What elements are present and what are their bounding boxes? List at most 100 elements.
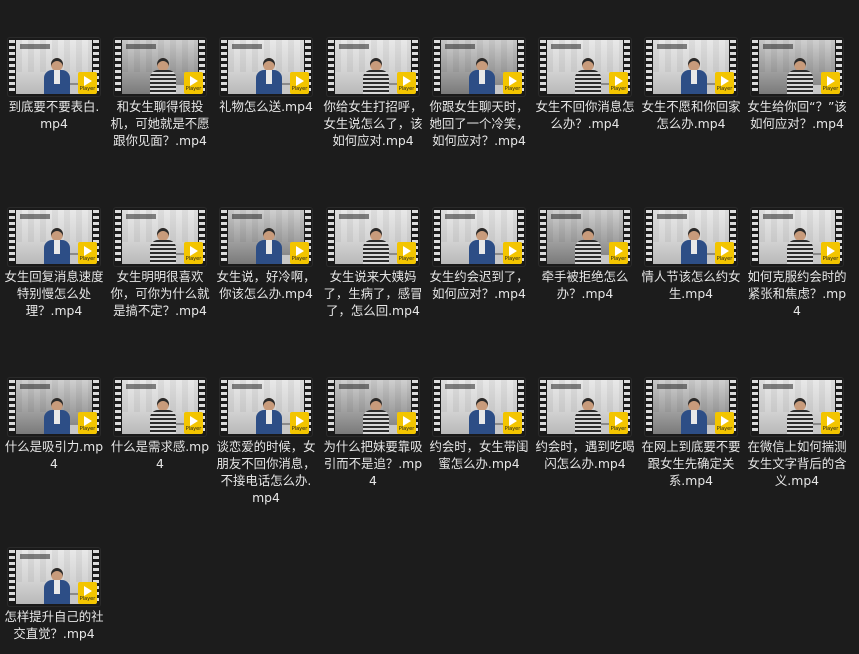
play-icon [614, 76, 623, 86]
video-thumbnail[interactable]: Player [539, 208, 631, 266]
film-strip-left [434, 40, 440, 94]
video-file-item[interactable]: Player 牵手被拒绝怎么办？.mp4 [535, 208, 635, 302]
presenter-figure [363, 398, 389, 434]
presenter-figure [575, 58, 601, 94]
video-file-item[interactable]: Player 在微信上如何揣测女生文字背后的含义.mp4 [747, 378, 847, 489]
video-thumbnail[interactable]: Player [8, 378, 100, 436]
video-thumbnail[interactable]: Player [220, 38, 312, 96]
video-thumbnail[interactable]: Player [751, 378, 843, 436]
video-file-item[interactable]: Player 女生不回你消息怎么办？.mp4 [535, 38, 635, 132]
play-icon [295, 416, 304, 426]
video-file-item[interactable]: Player 为什么把妹要靠吸引而不是追？.mp4 [323, 378, 423, 489]
video-thumbnail[interactable]: Player [327, 208, 419, 266]
file-name: 女生说来大姨妈了，生病了，感冒了，怎么回.mp4 [323, 269, 423, 318]
video-file-item[interactable]: Player 你跟女生聊天时，她回了一个冷笑，如何应对？.mp4 [429, 38, 529, 149]
file-name: 情人节该怎么约女生.mp4 [641, 269, 741, 301]
video-thumbnail[interactable]: Player [433, 208, 525, 266]
video-thumbnail[interactable]: Player [8, 208, 100, 266]
player-badge-icon: Player [397, 242, 416, 264]
file-name: 你给女生打招呼，女生说怎么了，该如何应对.mp4 [323, 99, 423, 148]
video-thumbnail[interactable]: Player [220, 378, 312, 436]
play-icon [720, 246, 729, 256]
player-badge-icon: Player [78, 72, 97, 94]
film-strip-left [646, 40, 652, 94]
file-name: 什么是吸引力.mp4 [4, 439, 104, 471]
presenter-figure [787, 398, 813, 434]
video-thumbnail[interactable]: Player [539, 38, 631, 96]
presenter-figure [787, 58, 813, 94]
video-thumbnail[interactable]: Player [8, 38, 100, 96]
presenter-figure [469, 228, 495, 264]
video-thumbnail[interactable]: Player [751, 208, 843, 266]
player-badge-icon: Player [184, 242, 203, 264]
video-thumbnail[interactable]: Player [645, 38, 737, 96]
film-strip-left [221, 40, 227, 94]
presenter-figure [681, 398, 707, 434]
player-badge-icon: Player [609, 412, 628, 434]
player-badge-icon: Player [397, 72, 416, 94]
video-file-item[interactable]: Player 怎样提升自己的社交直觉？.mp4 [4, 548, 104, 642]
video-file-item[interactable]: Player 女生给你回“？”该如何应对？.mp4 [747, 38, 847, 132]
play-icon [189, 246, 198, 256]
play-icon [720, 416, 729, 426]
presenter-figure [44, 568, 70, 604]
video-file-item[interactable]: Player 和女生聊得很投机，可她就是不愿跟你见面？.mp4 [110, 38, 210, 149]
video-file-item[interactable]: Player 在网上到底要不要跟女生先确定关系.mp4 [641, 378, 741, 489]
video-thumbnail[interactable]: Player [751, 38, 843, 96]
video-thumbnail[interactable]: Player [114, 38, 206, 96]
video-file-item[interactable]: Player 女生说来大姨妈了，生病了，感冒了，怎么回.mp4 [323, 208, 423, 319]
file-name: 在微信上如何揣测女生文字背后的含义.mp4 [747, 439, 847, 488]
presenter-figure [44, 228, 70, 264]
presenter-figure [363, 58, 389, 94]
video-thumbnail[interactable]: Player [114, 378, 206, 436]
player-badge-icon: Player [78, 582, 97, 604]
play-icon [826, 246, 835, 256]
video-file-item[interactable]: Player 如何克服约会时的紧张和焦虑？.mp4 [747, 208, 847, 319]
video-file-item[interactable]: Player 什么是吸引力.mp4 [4, 378, 104, 472]
presenter-figure [681, 58, 707, 94]
video-thumbnail[interactable]: Player [539, 378, 631, 436]
player-badge-icon: Player [184, 412, 203, 434]
video-thumbnail[interactable]: Player [220, 208, 312, 266]
video-file-item[interactable]: Player 礼物怎么送.mp4 [216, 38, 316, 115]
film-strip-left [115, 380, 121, 434]
player-badge-icon: Player [503, 242, 522, 264]
video-file-item[interactable]: Player 约会时，女生带闺蜜怎么办.mp4 [429, 378, 529, 472]
presenter-figure [363, 228, 389, 264]
file-name: 和女生聊得很投机，可她就是不愿跟你见面？.mp4 [110, 99, 210, 148]
video-thumbnail[interactable]: Player [8, 548, 100, 606]
presenter-figure [575, 398, 601, 434]
video-thumbnail[interactable]: Player [645, 378, 737, 436]
film-strip-left [540, 210, 546, 264]
video-file-item[interactable]: Player 谈恋爱的时候，女朋友不回你消息，不接电话怎么办.mp4 [216, 378, 316, 506]
play-icon [83, 76, 92, 86]
video-thumbnail[interactable]: Player [433, 38, 525, 96]
player-badge-icon: Player [715, 242, 734, 264]
file-name: 约会时，遇到吃喝闪怎么办.mp4 [535, 439, 635, 471]
video-file-item[interactable]: Player 到底要不要表白.mp4 [4, 38, 104, 132]
presenter-figure [787, 228, 813, 264]
video-file-item[interactable]: Player 情人节该怎么约女生.mp4 [641, 208, 741, 302]
video-thumbnail[interactable]: Player [433, 378, 525, 436]
video-file-item[interactable]: Player 约会时，遇到吃喝闪怎么办.mp4 [535, 378, 635, 472]
video-file-item[interactable]: Player 女生说，好冷啊，你该怎么办.mp4 [216, 208, 316, 302]
video-thumbnail[interactable]: Player [114, 208, 206, 266]
video-file-item[interactable]: Player 什么是需求感.mp4 [110, 378, 210, 472]
file-name: 女生回复消息速度特别慢怎么处理？.mp4 [4, 269, 104, 318]
video-file-item[interactable]: Player 女生回复消息速度特别慢怎么处理？.mp4 [4, 208, 104, 319]
video-file-item[interactable]: Player 女生不愿和你回家怎么办.mp4 [641, 38, 741, 132]
player-badge-icon: Player [503, 412, 522, 434]
video-thumbnail[interactable]: Player [327, 38, 419, 96]
video-thumbnail[interactable]: Player [645, 208, 737, 266]
video-file-item[interactable]: Player 女生约会迟到了，如何应对？.mp4 [429, 208, 529, 302]
presenter-figure [256, 228, 282, 264]
video-file-item[interactable]: Player 你给女生打招呼，女生说怎么了，该如何应对.mp4 [323, 38, 423, 149]
film-strip-left [752, 40, 758, 94]
presenter-figure [150, 58, 176, 94]
presenter-figure [469, 58, 495, 94]
film-strip-left [328, 40, 334, 94]
video-thumbnail[interactable]: Player [327, 378, 419, 436]
video-file-item[interactable]: Player 女生明明很喜欢你，可你为什么就是搞不定？.mp4 [110, 208, 210, 319]
play-icon [508, 416, 517, 426]
player-badge-icon: Player [290, 412, 309, 434]
